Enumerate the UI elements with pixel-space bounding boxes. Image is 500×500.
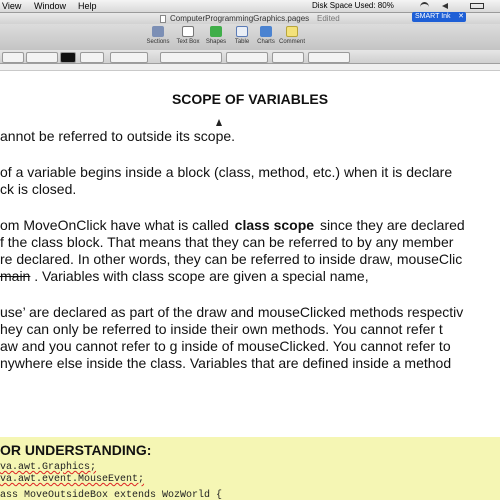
network-icon[interactable] — [420, 2, 429, 12]
page-title: SCOPE OF VARIABLES — [171, 91, 329, 107]
table-label: Table — [234, 39, 250, 45]
table-button[interactable]: Table — [229, 26, 255, 50]
sections-label: Sections — [146, 39, 170, 45]
menu-view[interactable]: View — [2, 0, 21, 12]
format-bar — [0, 50, 500, 64]
volume-icon[interactable] — [442, 3, 448, 9]
text-run: om MoveOnClick have what is called — [0, 217, 229, 233]
text-box-label: Text Box — [176, 39, 200, 45]
code-line: va.awt.Graphics; — [0, 462, 96, 473]
smart-ink-button[interactable]: SMART Ink ✕ — [412, 12, 466, 22]
toolbar: Sections Text Box Shapes Table Charts Co… — [0, 24, 500, 50]
shapes-button[interactable]: Shapes — [203, 26, 229, 50]
charts-label: Charts — [257, 39, 275, 45]
font-size-popup[interactable] — [26, 52, 58, 63]
code-highlight-block: OR UNDERSTANDING: va.awt.Graphics; va.aw… — [0, 437, 500, 500]
code-text: va.awt.Graphics; — [0, 462, 97, 473]
document-icon — [160, 15, 166, 23]
ruler[interactable] — [0, 64, 500, 71]
battery-icon[interactable] — [470, 3, 484, 9]
text-box-button[interactable]: Text Box — [175, 26, 201, 50]
highlight-popup[interactable] — [80, 52, 104, 63]
mouse-cursor-icon — [216, 119, 222, 126]
comment-icon — [286, 26, 298, 37]
text-line: om MoveOnClick have what is called class… — [0, 217, 465, 233]
style-popup[interactable] — [2, 52, 24, 63]
text-line: f the class block. That means that they … — [0, 234, 454, 250]
shapes-label: Shapes — [205, 39, 227, 45]
code-text: va.awt.event.MouseEvent; — [0, 474, 145, 485]
disk-space-status: Disk Space Used: 80% — [312, 1, 394, 10]
menu-window[interactable]: Window — [34, 0, 66, 12]
emphasis-class-scope: class scope — [234, 217, 315, 233]
comment-label: Comment — [279, 39, 306, 45]
charts-button[interactable]: Charts — [253, 26, 279, 50]
table-icon — [236, 26, 248, 37]
text-color-well[interactable] — [60, 52, 76, 63]
text-box-icon — [182, 26, 194, 37]
list-popup[interactable] — [308, 52, 350, 63]
understanding-heading: OR UNDERSTANDING: — [0, 442, 152, 458]
text-run: . Variables with class scope are given a… — [34, 268, 369, 284]
text-line: use’ are declared as part of the draw an… — [0, 304, 464, 320]
sections-button[interactable]: Sections — [145, 26, 171, 50]
charts-icon — [260, 26, 272, 37]
edited-indicator: Edited — [317, 14, 340, 23]
text-line: annot be referred to outside its scope. — [0, 128, 236, 144]
text-line: ck is closed. — [0, 181, 77, 197]
text-line: hey can only be referred to inside their… — [0, 321, 443, 337]
comment-button[interactable]: Comment — [279, 26, 305, 50]
text-run: since they are declared — [319, 217, 465, 233]
shapes-icon — [210, 26, 222, 37]
code-line: ass MoveOutsideBox extends WozWorld { — [0, 490, 223, 500]
menu-help[interactable]: Help — [78, 0, 97, 12]
window-title: ComputerProgrammingGraphics.pages — [170, 14, 310, 23]
text-line: main . Variables with class scope are gi… — [0, 268, 369, 284]
document-canvas[interactable]: SCOPE OF VARIABLES annot be referred to … — [0, 71, 500, 500]
sections-icon — [152, 26, 164, 37]
close-icon[interactable]: ✕ — [458, 12, 464, 22]
struck-word-main: main — [0, 268, 31, 284]
smart-ink-label: SMART Ink — [415, 13, 451, 20]
columns-popup[interactable] — [272, 52, 304, 63]
code-line: va.awt.event.MouseEvent; — [0, 474, 144, 485]
text-line: aw and you cannot refer to g inside of m… — [0, 338, 451, 354]
bold-italic-underline-buttons[interactable] — [110, 52, 148, 63]
text-line: re declared. In other words, they can be… — [0, 251, 463, 267]
alignment-buttons[interactable] — [160, 52, 222, 63]
spacing-popup[interactable] — [226, 52, 268, 63]
text-line: nywhere else inside the class. Variables… — [0, 355, 452, 371]
text-line: of a variable begins inside a block (cla… — [0, 164, 453, 180]
